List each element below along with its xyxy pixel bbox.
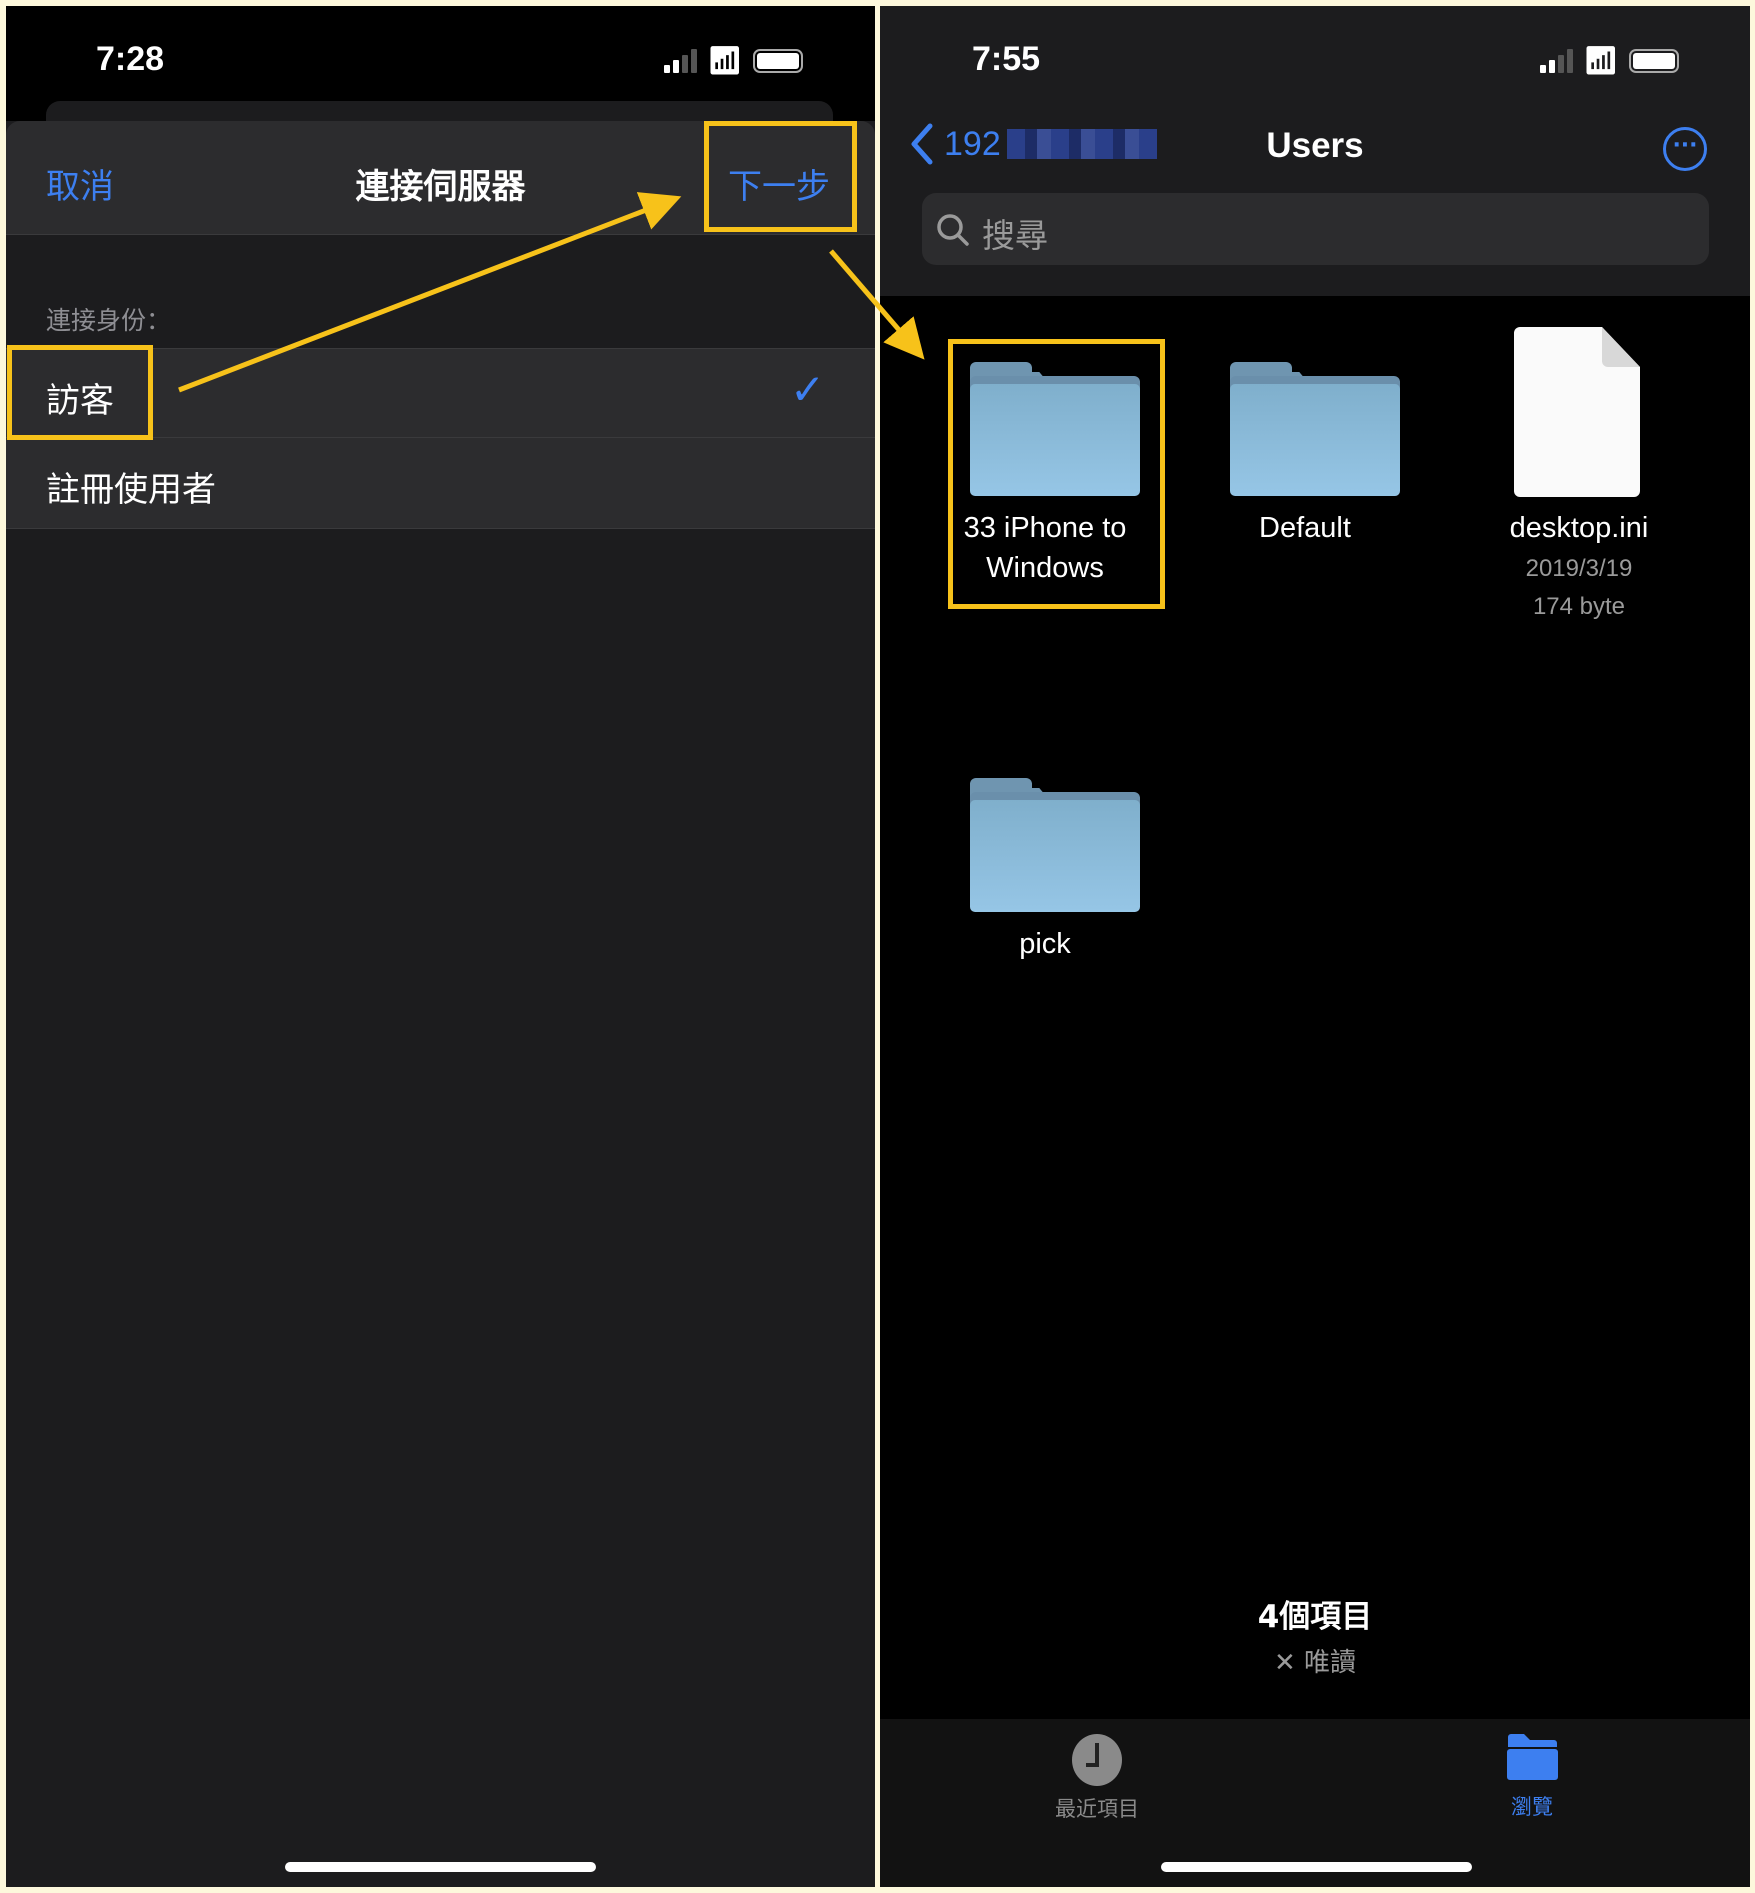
arrow-next-to-folder <box>829 249 925 360</box>
arrow-guest-to-next <box>178 192 682 393</box>
annotation-arrows <box>178 192 925 393</box>
